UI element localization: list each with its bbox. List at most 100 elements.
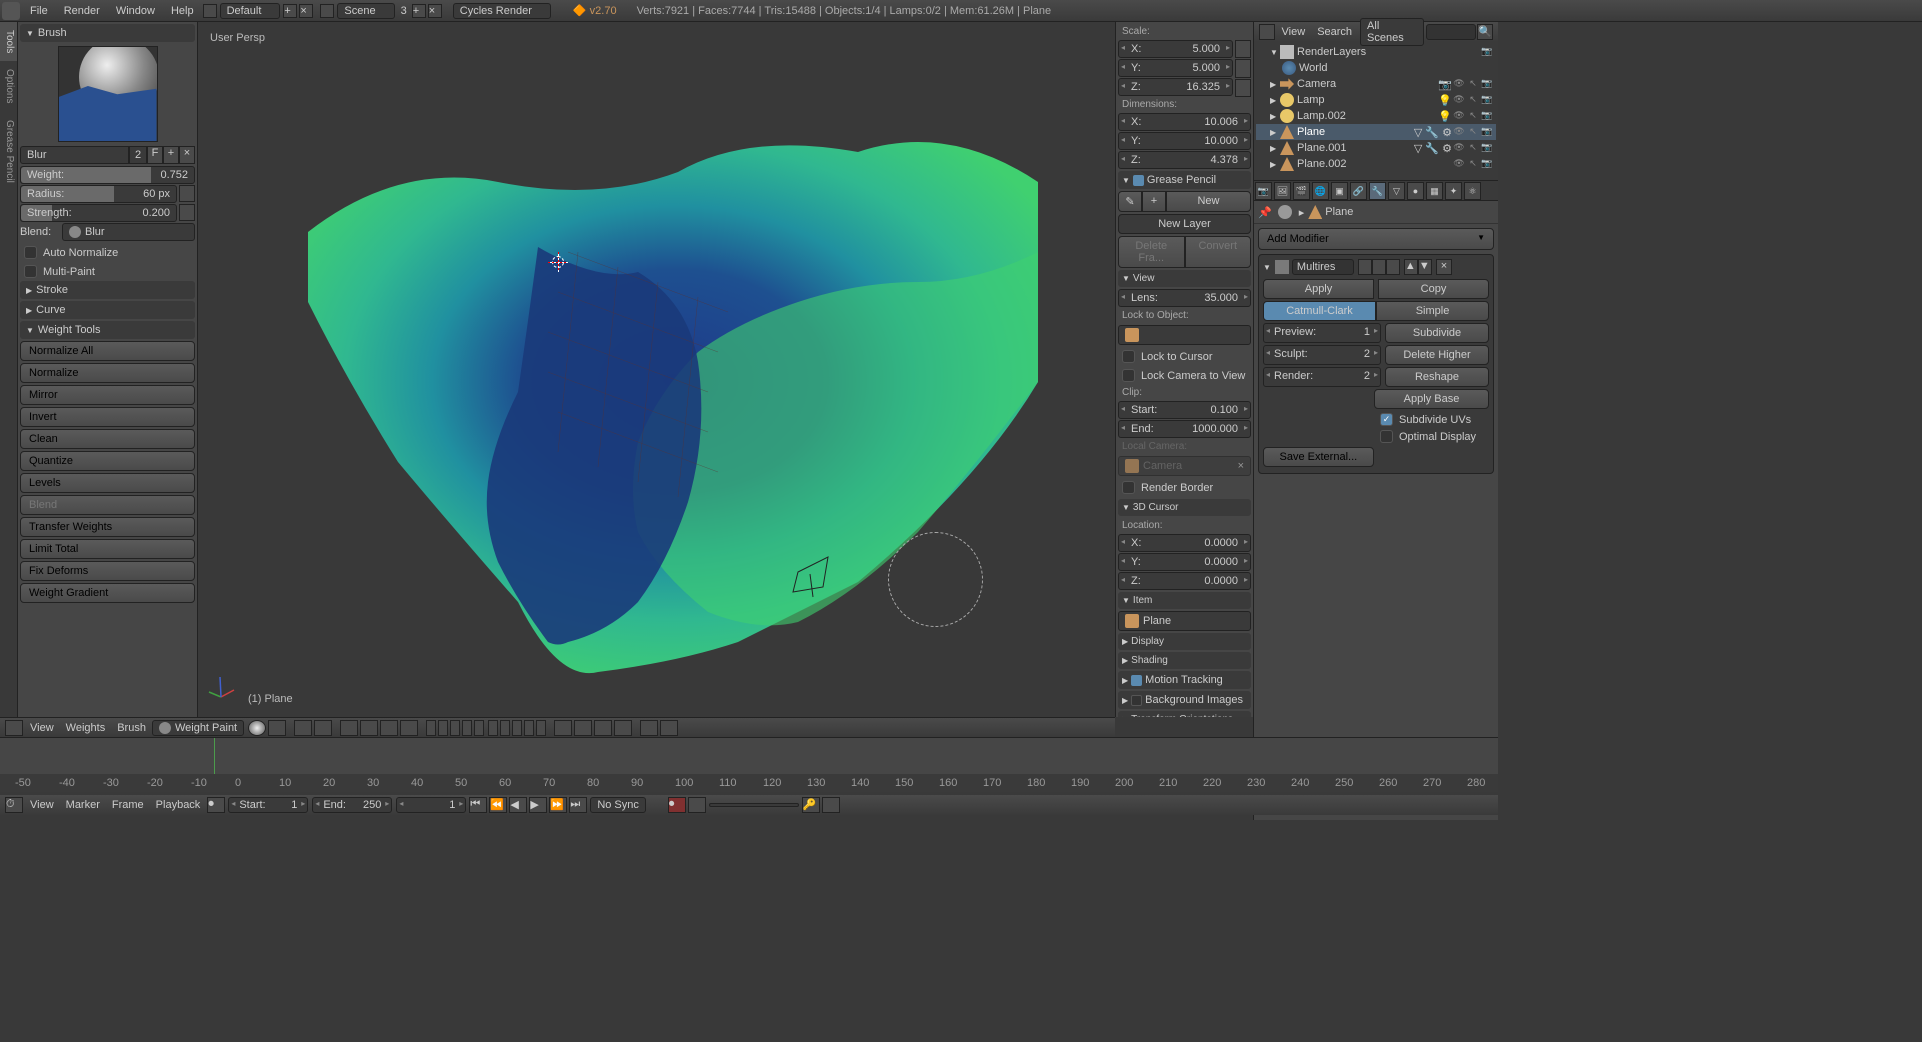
playhead[interactable] <box>214 738 215 774</box>
outliner-search-menu[interactable]: Search <box>1311 26 1358 38</box>
eye-icon[interactable]: 👁 <box>1453 94 1465 106</box>
view-header[interactable]: View <box>1118 270 1251 287</box>
brush-preview[interactable] <box>58 46 158 142</box>
cursor-x-field[interactable]: X:0.0000 <box>1118 534 1251 552</box>
layout-delete-icon[interactable]: × <box>299 4 313 18</box>
snap-icon[interactable] <box>594 720 612 736</box>
apply-base-button[interactable]: Apply Base <box>1374 389 1489 409</box>
manipulator-orientation-icon[interactable] <box>400 720 418 736</box>
invert-button[interactable]: Invert <box>20 407 195 427</box>
item-name-field[interactable]: Plane <box>1118 611 1251 631</box>
render-border-checkbox[interactable]: Render Border <box>1118 478 1251 497</box>
preview-field[interactable]: Preview:1 <box>1263 323 1381 343</box>
props-tab-layers-icon[interactable]: 🖼 <box>1274 182 1291 200</box>
jump-start-icon[interactable]: ⏮ <box>469 797 487 813</box>
tree-row[interactable]: ▶ Lamp.002💡 👁↖📷 <box>1256 108 1496 124</box>
clip-end-field[interactable]: End:1000.000 <box>1118 420 1251 438</box>
render-engine-dropdown[interactable]: Cycles Render <box>453 3 551 19</box>
tree-row[interactable]: ▼ RenderLayers 📷 <box>1256 44 1496 60</box>
tree-row[interactable]: ▶ Lamp💡 👁↖📷 <box>1256 92 1496 108</box>
weight-gradient-button[interactable]: Weight Gradient <box>20 583 195 603</box>
grease-pencil-header[interactable]: Grease Pencil <box>1118 171 1251 189</box>
cursor-restrict-icon[interactable]: ↖ <box>1467 78 1479 90</box>
scale-x-field[interactable]: X:5.000 <box>1118 40 1233 58</box>
radius-slider[interactable]: Radius:60 px <box>20 185 177 203</box>
outliner-view-menu[interactable]: View <box>1276 26 1312 38</box>
copy-button[interactable]: Copy <box>1378 279 1489 299</box>
view-menu[interactable]: View <box>24 722 60 734</box>
multi-paint-checkbox[interactable]: Multi-Paint <box>20 262 195 281</box>
strength-slider[interactable]: Strength:0.200 <box>20 204 177 222</box>
brush-panel-header[interactable]: Brush <box>20 24 195 42</box>
mode-dropdown[interactable]: Weight Paint <box>152 720 244 736</box>
outliner-editor-icon[interactable] <box>1259 24 1275 40</box>
timeline-track[interactable] <box>0 738 1498 774</box>
cursor-restrict-icon[interactable]: ↖ <box>1467 94 1479 106</box>
manipulator-scale-icon[interactable] <box>380 720 398 736</box>
props-tab-data-icon[interactable]: ▽ <box>1388 182 1405 200</box>
cursor-y-field[interactable]: Y:0.0000 <box>1118 553 1251 571</box>
sync-dropdown[interactable]: No Sync <box>590 797 646 813</box>
end-frame-field[interactable]: End:250 <box>312 797 392 813</box>
props-tab-material-icon[interactable]: ● <box>1407 182 1424 200</box>
limit-total-button[interactable]: Limit Total <box>20 539 195 559</box>
keyframe-prev-icon[interactable]: ⏪ <box>489 797 507 813</box>
gp-delete-frame-button[interactable]: Delete Fra... <box>1118 236 1185 268</box>
render-preview-icon[interactable] <box>640 720 658 736</box>
timeline-frame-menu[interactable]: Frame <box>106 799 150 811</box>
render-restrict-icon[interactable]: 📷 <box>1481 158 1493 170</box>
local-camera-field[interactable]: Camera× <box>1118 456 1251 476</box>
tree-row[interactable]: ▶ Plane.001▽ 🔧 ⚙ 👁↖📷 <box>1256 140 1496 156</box>
gp-new-button[interactable]: New <box>1166 191 1251 212</box>
clip-start-field[interactable]: Start:0.100 <box>1118 401 1251 419</box>
optimal-display-checkbox[interactable]: Optimal Display <box>1376 428 1489 445</box>
editor-type-icon[interactable] <box>5 720 23 736</box>
props-tab-object-icon[interactable]: ▣ <box>1331 182 1348 200</box>
cursor-restrict-icon[interactable]: ↖ <box>1467 110 1479 122</box>
sculpt-field[interactable]: Sculpt:2 <box>1263 345 1381 365</box>
brush-name-field[interactable]: Blur <box>20 146 129 164</box>
play-icon[interactable]: ▶ <box>529 797 547 813</box>
eye-icon[interactable]: 👁 <box>1453 142 1465 154</box>
props-tab-render-icon[interactable]: 📷 <box>1255 182 1272 200</box>
scene-dropdown[interactable]: Scene <box>337 3 394 19</box>
bg-images-header[interactable]: Background Images <box>1118 691 1251 709</box>
snap-type-icon[interactable] <box>614 720 632 736</box>
lock-layers-icon[interactable] <box>554 720 572 736</box>
props-tab-world-icon[interactable]: 🌐 <box>1312 182 1329 200</box>
tab-options[interactable]: Options <box>0 61 17 111</box>
item-header[interactable]: Item <box>1118 592 1251 609</box>
menu-file[interactable]: File <box>22 5 56 17</box>
tree-row[interactable]: ▶ Plane▽ 🔧 ⚙ 👁↖📷 <box>1256 124 1496 140</box>
pivot-icon[interactable] <box>294 720 312 736</box>
delete-higher-button[interactable]: Delete Higher <box>1385 345 1489 365</box>
restrict-icon[interactable]: 📷 <box>1481 46 1493 58</box>
curve-panel-header[interactable]: Curve <box>20 301 195 319</box>
normalize-button[interactable]: Normalize <box>20 363 195 383</box>
blend-mode-dropdown[interactable]: Blur <box>62 223 195 241</box>
lock-scale-x-icon[interactable] <box>1235 40 1251 58</box>
tree-row[interactable]: ▶ Camera📷 👁↖📷 <box>1256 76 1496 92</box>
layers-widget[interactable] <box>425 720 547 736</box>
manipulator-translate-icon[interactable] <box>340 720 358 736</box>
add-modifier-button[interactable]: Add Modifier <box>1258 228 1494 250</box>
apply-button[interactable]: Apply <box>1263 279 1374 299</box>
lock-scale-z-icon[interactable] <box>1235 79 1251 97</box>
pin-icon[interactable]: 📌 <box>1258 206 1272 219</box>
render-restrict-icon[interactable]: 📷 <box>1481 110 1493 122</box>
gp-add-icon[interactable]: + <box>1142 191 1166 212</box>
cursor-restrict-icon[interactable]: ↖ <box>1467 142 1479 154</box>
props-tab-constraints-icon[interactable]: 🔗 <box>1350 182 1367 200</box>
outliner-search-input[interactable] <box>1426 24 1476 40</box>
tree-row[interactable]: World <box>1256 60 1496 76</box>
proportional-edit-icon[interactable] <box>574 720 592 736</box>
eye-icon[interactable]: 👁 <box>1453 126 1465 138</box>
fix-deforms-button[interactable]: Fix Deforms <box>20 561 195 581</box>
render-anim-icon[interactable] <box>660 720 678 736</box>
keying-set-dropdown[interactable] <box>709 803 799 807</box>
lock-cursor-checkbox[interactable]: Lock to Cursor <box>1118 347 1251 366</box>
brush-add-button[interactable]: + <box>163 146 179 164</box>
weights-menu[interactable]: Weights <box>60 722 112 734</box>
stroke-panel-header[interactable]: Stroke <box>20 281 195 299</box>
eye-icon[interactable]: 👁 <box>1453 158 1465 170</box>
